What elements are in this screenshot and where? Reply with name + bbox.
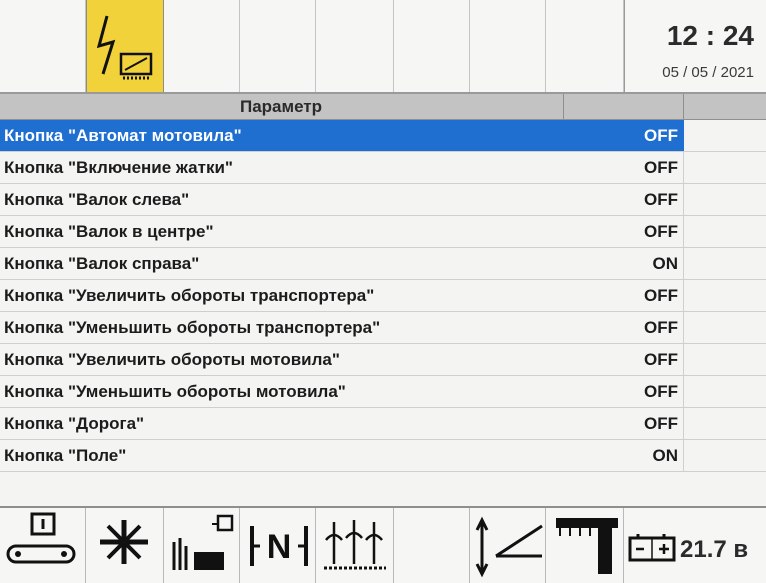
- battery-voltage-indicator: 21.7 в: [624, 508, 766, 583]
- table-row[interactable]: Кнопка "Увеличить обороты мотовила" OFF: [0, 344, 766, 376]
- parameter-value: OFF: [644, 190, 678, 209]
- parameter-value: OFF: [644, 286, 678, 305]
- clock-time: 12 : 24: [666, 20, 754, 51]
- electrical-warning-indicator[interactable]: [86, 0, 164, 92]
- header-unload-icon: [172, 514, 234, 570]
- parameter-value: OFF: [644, 318, 678, 337]
- table-row[interactable]: Кнопка "Автомат мотовила" OFF: [0, 120, 766, 152]
- table-row[interactable]: Кнопка "Валок справа" ON: [0, 248, 766, 280]
- column-divider: [683, 94, 684, 119]
- empty-function-slot: [394, 508, 470, 583]
- parameter-list[interactable]: Кнопка "Автомат мотовила" OFF Кнопка "Вк…: [0, 120, 766, 472]
- table-row[interactable]: Кнопка "Уменьшить обороты мотовила" OFF: [0, 376, 766, 408]
- table-row[interactable]: Кнопка "Увеличить обороты транспортера" …: [0, 280, 766, 312]
- parameter-value: ON: [652, 254, 679, 273]
- parameter-value: OFF: [644, 382, 678, 401]
- parameter-table-header: Параметр: [0, 94, 766, 120]
- column-divider: [683, 216, 684, 247]
- clock-date: 05 / 05 / 2021: [662, 64, 754, 81]
- conveyor-button[interactable]: [0, 508, 86, 583]
- status-slot-7: [470, 0, 546, 92]
- column-divider: [683, 248, 684, 279]
- parameter-label: Кнопка "Автомат мотовила": [4, 126, 242, 145]
- table-row[interactable]: Кнопка "Уменьшить обороты транспортера" …: [0, 312, 766, 344]
- header-height-button[interactable]: [470, 508, 546, 583]
- parameter-label: Кнопка "Дорога": [4, 414, 145, 433]
- reel-fan-button[interactable]: [86, 508, 164, 583]
- table-row[interactable]: Кнопка "Включение жатки" OFF: [0, 152, 766, 184]
- table-row[interactable]: Кнопка "Валок в центре" OFF: [0, 216, 766, 248]
- parameter-value: ON: [652, 446, 679, 465]
- parameter-label: Кнопка "Увеличить обороты транспортера": [4, 286, 375, 305]
- conveyor-icon: [6, 512, 76, 564]
- header-tilt-icon: [556, 518, 618, 574]
- electrical-warning-icon: [96, 15, 153, 80]
- column-divider: [683, 312, 684, 343]
- top-status-bar: 12 : 24 05 / 05 / 2021: [0, 0, 766, 94]
- crop-field-button[interactable]: [316, 508, 394, 583]
- header-tilt-button[interactable]: [546, 508, 624, 583]
- crop-field-icon: [324, 520, 386, 570]
- reel-fan-icon: [100, 520, 148, 564]
- parameter-label: Кнопка "Уменьшить обороты транспортера": [4, 318, 381, 337]
- header-height-icon: [475, 516, 543, 578]
- column-divider: [683, 152, 684, 183]
- svg-text:N: N: [267, 528, 292, 566]
- status-slot-8: [546, 0, 624, 92]
- table-row[interactable]: Кнопка "Дорога" OFF: [0, 408, 766, 440]
- bottom-function-bar: N 21.7 в: [0, 506, 766, 583]
- column-divider: [683, 440, 684, 471]
- status-slot-1: [0, 0, 86, 92]
- parameter-label: Кнопка "Включение жатки": [4, 158, 233, 177]
- display-screen: 12 : 24 05 / 05 / 2021 Параметр Кнопка "…: [0, 0, 766, 583]
- parameter-label: Кнопка "Валок в центре": [4, 222, 214, 241]
- parameter-value: OFF: [644, 350, 678, 369]
- header-unload-button[interactable]: [164, 508, 240, 583]
- column-divider: [683, 184, 684, 215]
- status-slot-4: [240, 0, 316, 92]
- parameter-label: Кнопка "Поле": [4, 446, 127, 465]
- battery-voltage-value: 21.7 в: [680, 536, 749, 563]
- parameter-label: Кнопка "Валок слева": [4, 190, 190, 209]
- column-divider: [683, 280, 684, 311]
- status-slot-6: [394, 0, 470, 92]
- column-divider: [683, 408, 684, 439]
- status-slot-5: [316, 0, 394, 92]
- table-row[interactable]: Кнопка "Валок слева" OFF: [0, 184, 766, 216]
- table-row[interactable]: Кнопка "Поле" ON: [0, 440, 766, 472]
- column-divider: [683, 344, 684, 375]
- column-divider: [683, 376, 684, 407]
- clock-panel: 12 : 24 05 / 05 / 2021: [624, 0, 766, 92]
- column-divider: [563, 94, 564, 119]
- status-slot-3: [164, 0, 240, 92]
- row-tail: [684, 120, 766, 151]
- battery-icon: [628, 534, 676, 562]
- neutral-button[interactable]: N: [240, 508, 316, 583]
- parameter-value: OFF: [644, 158, 678, 177]
- parameter-value: OFF: [644, 126, 678, 145]
- parameter-label: Кнопка "Уменьшить обороты мотовила": [4, 382, 346, 401]
- parameter-value: OFF: [644, 414, 678, 433]
- neutral-icon: N: [250, 526, 308, 566]
- parameter-label: Кнопка "Увеличить обороты мотовила": [4, 350, 340, 369]
- parameter-value: OFF: [644, 222, 678, 241]
- parameter-column-title: Параметр: [239, 97, 323, 116]
- parameter-label: Кнопка "Валок справа": [4, 254, 200, 273]
